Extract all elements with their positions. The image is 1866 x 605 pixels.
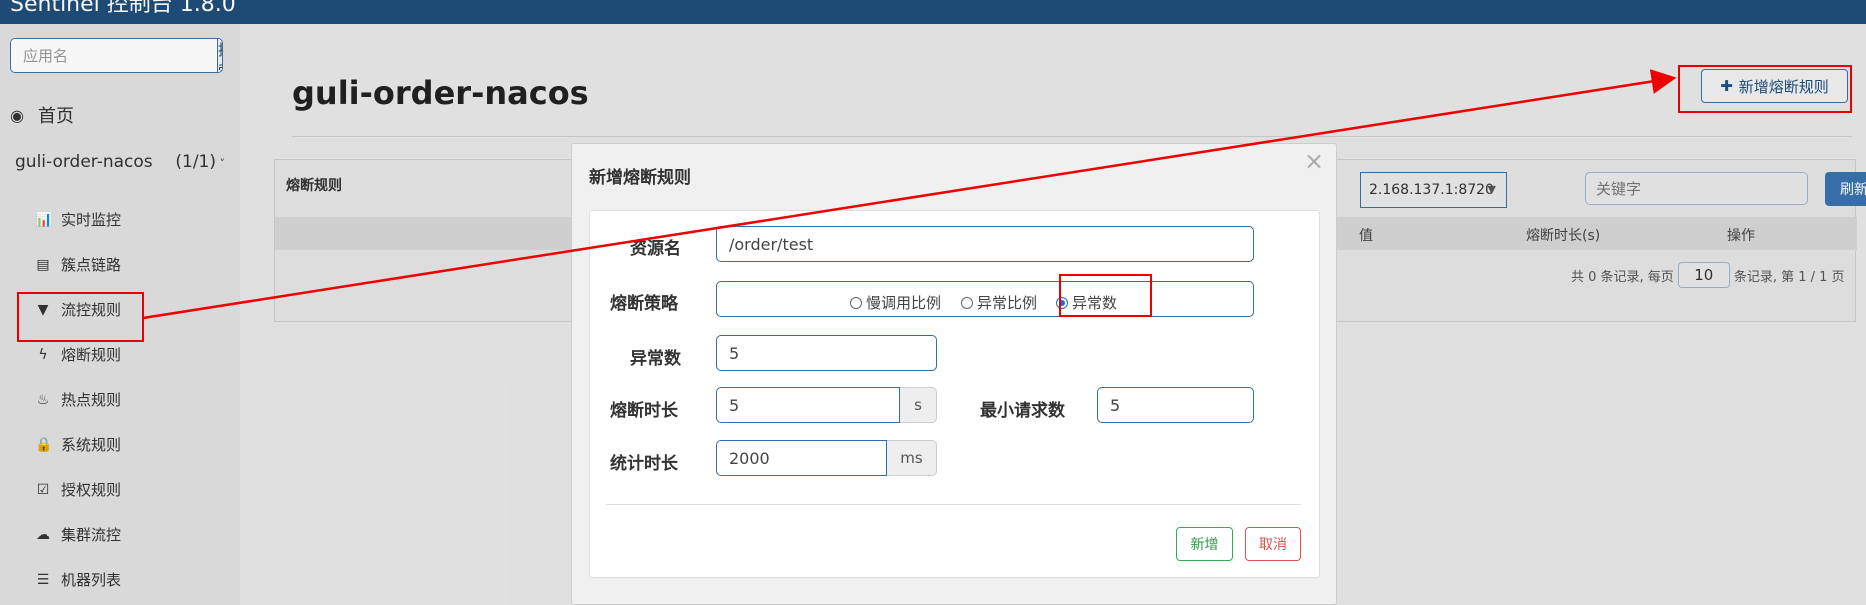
resource-label: 资源名	[630, 239, 681, 259]
resource-name-input[interactable]	[716, 226, 1254, 262]
divider	[606, 504, 1301, 505]
dialog-form: 资源名 熔断策略 慢调用比例 异常比例 异常数 异常数 熔断时长 s 最小请求数…	[589, 210, 1320, 578]
add-degrade-rule-dialog: 新增熔断规则 × 资源名 熔断策略 慢调用比例 异常比例 异常数 异常数 熔断时…	[571, 143, 1337, 605]
exception-count-label: 异常数	[630, 349, 681, 369]
annotation-highlight-box	[1059, 274, 1152, 317]
min-request-input[interactable]	[1097, 387, 1254, 423]
radio-icon	[850, 296, 862, 309]
stat-interval-label: 统计时长	[610, 454, 678, 474]
add-button[interactable]: 新增	[1176, 527, 1233, 561]
close-icon[interactable]: ×	[1304, 149, 1324, 173]
degrade-duration-input[interactable]	[716, 387, 900, 423]
duration-unit: s	[900, 387, 937, 423]
radio-slow-ratio[interactable]: 慢调用比例	[850, 292, 941, 313]
stat-interval-unit: ms	[887, 440, 937, 476]
exception-count-input[interactable]	[716, 335, 937, 371]
cancel-button[interactable]: 取消	[1245, 527, 1301, 561]
radio-exception-ratio[interactable]: 异常比例	[961, 292, 1037, 313]
strategy-label: 熔断策略	[610, 294, 678, 314]
radio-icon	[961, 296, 973, 309]
dialog-title: 新增熔断规则	[589, 168, 691, 188]
min-request-label: 最小请求数	[980, 401, 1065, 421]
duration-label: 熔断时长	[610, 401, 678, 421]
strategy-radio-group: 慢调用比例 异常比例 异常数	[716, 281, 1254, 317]
stat-interval-input[interactable]	[716, 440, 887, 476]
